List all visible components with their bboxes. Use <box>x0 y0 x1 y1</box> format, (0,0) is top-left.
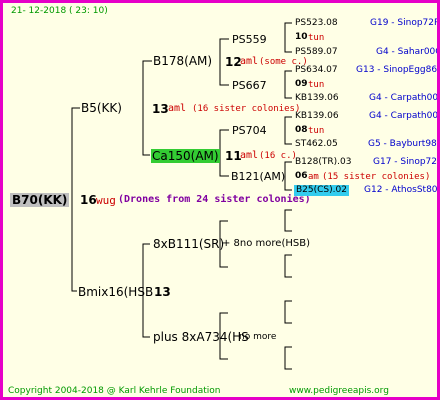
pedigree-frame: 21- 12-2018 ( 23: 10) B70(KK) 16 wug (Dr… <box>0 0 440 400</box>
ca150-race: aml <box>240 150 259 161</box>
gen5-name-3: KB139.06 <box>295 93 339 103</box>
mid-race-2: tun <box>308 126 325 136</box>
gen5-ref-3: G4 - Carpath00R <box>369 93 440 103</box>
plus-name: plus 8xA734(HS <box>153 330 249 344</box>
mid-note-3: (15 sister colonies) <box>322 172 431 182</box>
ca150-note: (16 c.) <box>259 151 297 161</box>
gen5-name-5: ST462.05 <box>295 139 338 149</box>
footer-copyright: Copyright 2004-2018 @ Karl Kehrle Founda… <box>8 386 221 396</box>
root-name: B70(KK) <box>10 193 70 207</box>
gen5-ref-1: G4 - Sahar00Q <box>376 47 440 57</box>
gen5-ref-0: G19 - Sinop72R <box>370 18 440 28</box>
gen3-b121: B121(AM) <box>231 170 286 183</box>
bx111-name: 8xB111(SR) <box>153 237 225 251</box>
mid-number-1: 09 <box>295 79 308 89</box>
b5-note: (16 sister colonies) <box>192 104 301 114</box>
mid-number-2: 08 <box>295 125 308 135</box>
footer-url[interactable]: www.pedigreeapis.org <box>289 387 389 396</box>
bmix-name: Bmix16(HSB <box>78 285 154 299</box>
root-number: 16 <box>80 193 97 207</box>
root-race: wug <box>96 194 116 207</box>
b178-name: B178(AM) <box>153 54 213 68</box>
mid-race-1: tun <box>308 80 325 90</box>
gen3-ps704: PS704 <box>232 124 267 137</box>
ca150-name: Ca150(AM) <box>151 149 220 163</box>
mid-race-3: am <box>308 172 319 182</box>
gen5-name-0: PS523.08 <box>295 18 338 28</box>
bmix-number: 13 <box>154 285 171 299</box>
mid-race-0: tun <box>308 33 325 43</box>
b5-race: aml <box>168 103 187 114</box>
plus-extra: no more <box>239 332 277 342</box>
mid-number-3: 06 <box>295 171 308 181</box>
b5-number: 13 <box>152 102 169 116</box>
gen3-ps559: PS559 <box>232 33 267 46</box>
gen5-name-6: B128(TR).03 <box>295 157 352 167</box>
gen5-ref-4: G4 - Carpath00R <box>369 111 440 121</box>
gen5-name-4: KB139.06 <box>295 111 339 121</box>
gen5-name-2: PS634.07 <box>295 65 338 75</box>
b178-race: aml <box>240 56 259 67</box>
gen5-ref-7: G12 - AthosSt80R <box>364 185 440 195</box>
mid-number-0: 10 <box>295 32 308 42</box>
gen3-ps667: PS667 <box>232 79 267 92</box>
gen5-ref-5: G5 - Bayburt98-3 <box>368 139 440 149</box>
gen5-name-7: B25(CS).02 <box>294 185 349 196</box>
b5-name: B5(KK) <box>81 101 122 115</box>
root-note: (Drones from 24 sister colonies) <box>118 194 311 205</box>
gen5-name-1: PS589.07 <box>295 47 338 57</box>
gen5-ref-2: G13 - SinopEgg86R <box>356 65 440 75</box>
bx111-extra: + 8no more(HSB) <box>222 238 310 249</box>
gen5-ref-6: G17 - Sinop72R <box>373 157 440 167</box>
